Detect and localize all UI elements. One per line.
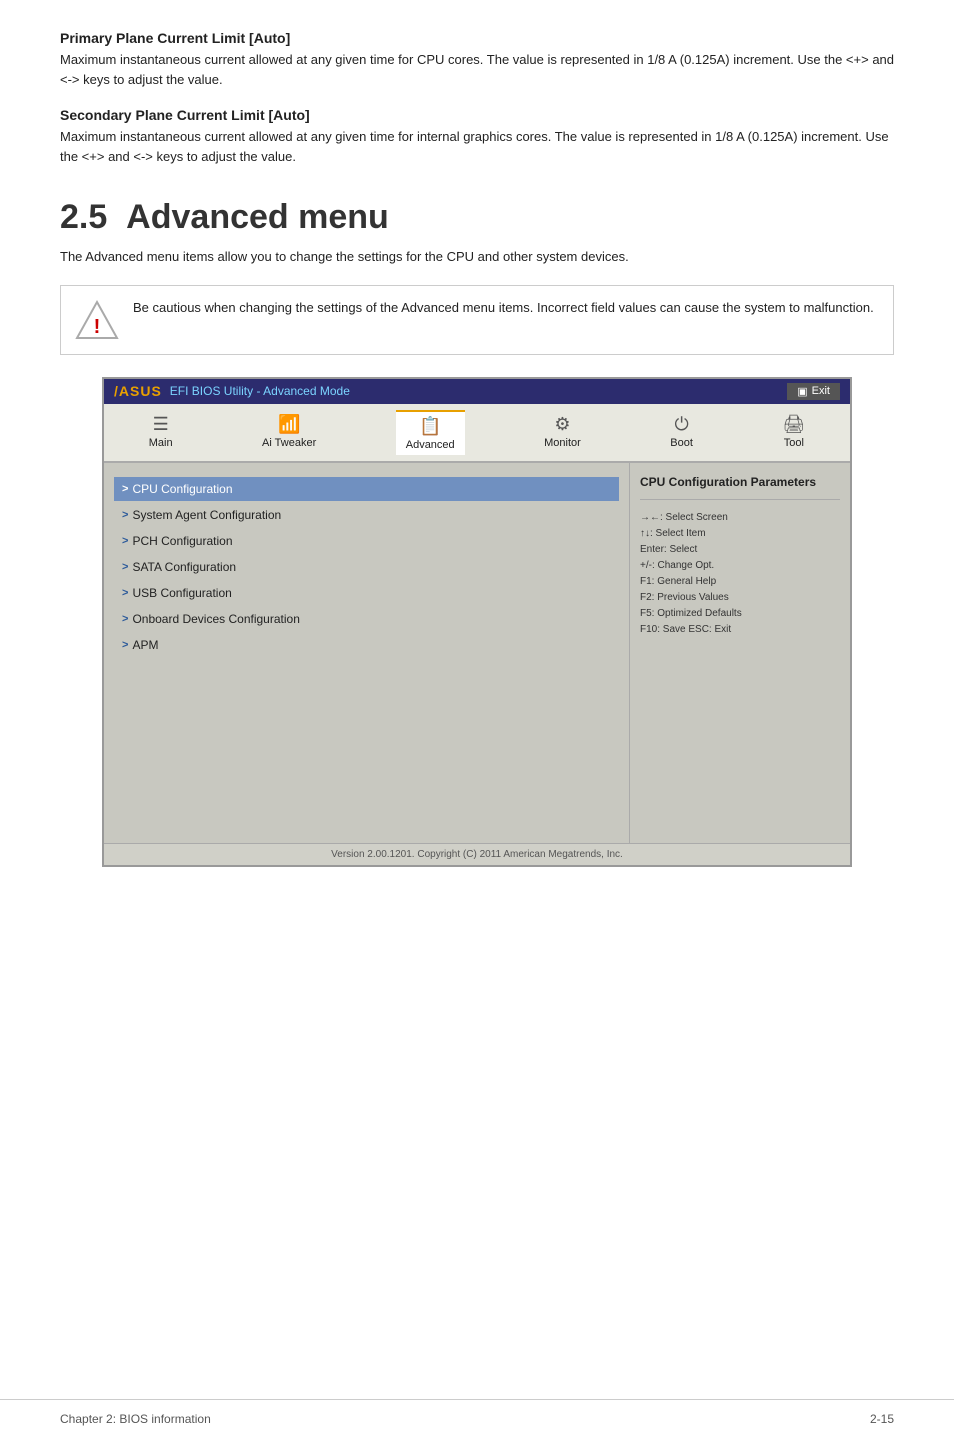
menu-label-system-agent: System Agent Configuration bbox=[132, 508, 281, 522]
menu-item-apm[interactable]: > APM bbox=[114, 633, 619, 657]
nav-boot-label: Boot bbox=[670, 437, 693, 449]
warning-box: ! Be cautious when changing the settings… bbox=[60, 285, 894, 355]
chapter-intro: The Advanced menu items allow you to cha… bbox=[60, 247, 894, 267]
nav-advanced-label: Advanced bbox=[406, 439, 455, 451]
help-title: CPU Configuration Parameters bbox=[640, 475, 840, 489]
bios-help-panel: CPU Configuration Parameters →←: Select … bbox=[630, 463, 850, 843]
key-select-item: ↑↓: Select Item bbox=[640, 526, 840, 542]
primary-limit-heading: Primary Plane Current Limit [Auto] bbox=[60, 30, 894, 46]
menu-arrow-usb: > bbox=[122, 587, 128, 599]
warning-text: Be cautious when changing the settings o… bbox=[133, 298, 874, 318]
nav-boot[interactable]: ⏻ Boot bbox=[660, 410, 703, 455]
exit-label: Exit bbox=[812, 385, 830, 397]
bios-exit-button[interactable]: ▣ Exit bbox=[787, 383, 840, 400]
menu-item-system-agent[interactable]: > System Agent Configuration bbox=[114, 503, 619, 527]
primary-limit-section: Primary Plane Current Limit [Auto] Maxim… bbox=[60, 30, 894, 89]
nav-monitor-label: Monitor bbox=[544, 437, 581, 449]
bios-body: > CPU Configuration > System Agent Confi… bbox=[104, 463, 850, 843]
page-footer: Chapter 2: BIOS information 2-15 bbox=[0, 1399, 954, 1438]
exit-icon: ▣ bbox=[797, 385, 807, 398]
secondary-limit-section: Secondary Plane Current Limit [Auto] Max… bbox=[60, 107, 894, 166]
nav-advanced[interactable]: 📋 Advanced bbox=[396, 410, 465, 455]
help-divider bbox=[640, 499, 840, 500]
bios-container: /ASUS EFI BIOS Utility - Advanced Mode ▣… bbox=[102, 377, 852, 867]
chapter-heading: 2.5 Advanced menu bbox=[60, 198, 894, 237]
menu-arrow-sata: > bbox=[122, 561, 128, 573]
menu-label-apm: APM bbox=[132, 638, 158, 652]
bios-title-text: EFI BIOS Utility - Advanced Mode bbox=[170, 384, 350, 398]
menu-item-sata[interactable]: > SATA Configuration bbox=[114, 555, 619, 579]
menu-arrow-system-agent: > bbox=[122, 509, 128, 521]
chapter-number: 2.5 bbox=[60, 198, 107, 236]
nav-monitor[interactable]: ⚙ Monitor bbox=[534, 410, 591, 455]
secondary-limit-heading: Secondary Plane Current Limit [Auto] bbox=[60, 107, 894, 123]
key-f2: F2: Previous Values bbox=[640, 590, 840, 606]
nav-main[interactable]: ☰ Main bbox=[139, 410, 183, 455]
menu-arrow-cpu: > bbox=[122, 483, 128, 495]
bios-version: Version 2.00.1201. Copyright (C) 2011 Am… bbox=[331, 849, 623, 860]
nav-ai-tweaker-label: Ai Tweaker bbox=[262, 437, 316, 449]
menu-label-sata: SATA Configuration bbox=[132, 560, 236, 574]
menu-arrow-apm: > bbox=[122, 639, 128, 651]
key-f10: F10: Save ESC: Exit bbox=[640, 622, 840, 638]
bios-keys: →←: Select Screen ↑↓: Select Item Enter:… bbox=[640, 510, 840, 638]
key-f1: F1: General Help bbox=[640, 574, 840, 590]
bios-footer: Version 2.00.1201. Copyright (C) 2011 Am… bbox=[104, 843, 850, 865]
menu-item-pch[interactable]: > PCH Configuration bbox=[114, 529, 619, 553]
nav-ai-tweaker-icon: 📶 bbox=[278, 414, 300, 435]
footer-left: Chapter 2: BIOS information bbox=[60, 1412, 211, 1426]
nav-main-icon: ☰ bbox=[153, 414, 169, 435]
key-f5: F5: Optimized Defaults bbox=[640, 606, 840, 622]
key-change-opt: +/-: Change Opt. bbox=[640, 558, 840, 574]
nav-boot-icon: ⏻ bbox=[674, 414, 688, 435]
footer-right: 2-15 bbox=[870, 1412, 894, 1426]
bios-nav: ☰ Main 📶 Ai Tweaker 📋 Advanced ⚙ Monitor… bbox=[104, 404, 850, 463]
key-enter: Enter: Select bbox=[640, 542, 840, 558]
nav-advanced-icon: 📋 bbox=[419, 416, 441, 437]
warning-icon: ! bbox=[75, 298, 119, 342]
menu-label-pch: PCH Configuration bbox=[132, 534, 232, 548]
bios-titlebar-left: /ASUS EFI BIOS Utility - Advanced Mode bbox=[114, 383, 350, 399]
menu-label-onboard: Onboard Devices Configuration bbox=[132, 612, 299, 626]
chapter-title: Advanced menu bbox=[126, 198, 389, 236]
menu-label-cpu: CPU Configuration bbox=[132, 482, 232, 496]
menu-item-onboard[interactable]: > Onboard Devices Configuration bbox=[114, 607, 619, 631]
nav-tool[interactable]: 🖨 Tool bbox=[772, 410, 815, 455]
menu-item-cpu-configuration[interactable]: > CPU Configuration bbox=[114, 477, 619, 501]
nav-monitor-icon: ⚙ bbox=[554, 414, 570, 435]
nav-tool-icon: 🖨 bbox=[782, 414, 805, 435]
asus-logo: /ASUS bbox=[114, 383, 162, 399]
key-select-screen: →←: Select Screen bbox=[640, 510, 840, 526]
menu-arrow-pch: > bbox=[122, 535, 128, 547]
bios-menu-panel: > CPU Configuration > System Agent Confi… bbox=[104, 463, 630, 843]
primary-limit-description: Maximum instantaneous current allowed at… bbox=[60, 50, 894, 89]
svg-text:!: ! bbox=[94, 316, 101, 338]
bios-titlebar: /ASUS EFI BIOS Utility - Advanced Mode ▣… bbox=[104, 379, 850, 404]
menu-arrow-onboard: > bbox=[122, 613, 128, 625]
secondary-limit-description: Maximum instantaneous current allowed at… bbox=[60, 127, 894, 166]
menu-item-usb[interactable]: > USB Configuration bbox=[114, 581, 619, 605]
menu-label-usb: USB Configuration bbox=[132, 586, 231, 600]
nav-tool-label: Tool bbox=[784, 437, 804, 449]
nav-ai-tweaker[interactable]: 📶 Ai Tweaker bbox=[252, 410, 326, 455]
nav-main-label: Main bbox=[149, 437, 173, 449]
